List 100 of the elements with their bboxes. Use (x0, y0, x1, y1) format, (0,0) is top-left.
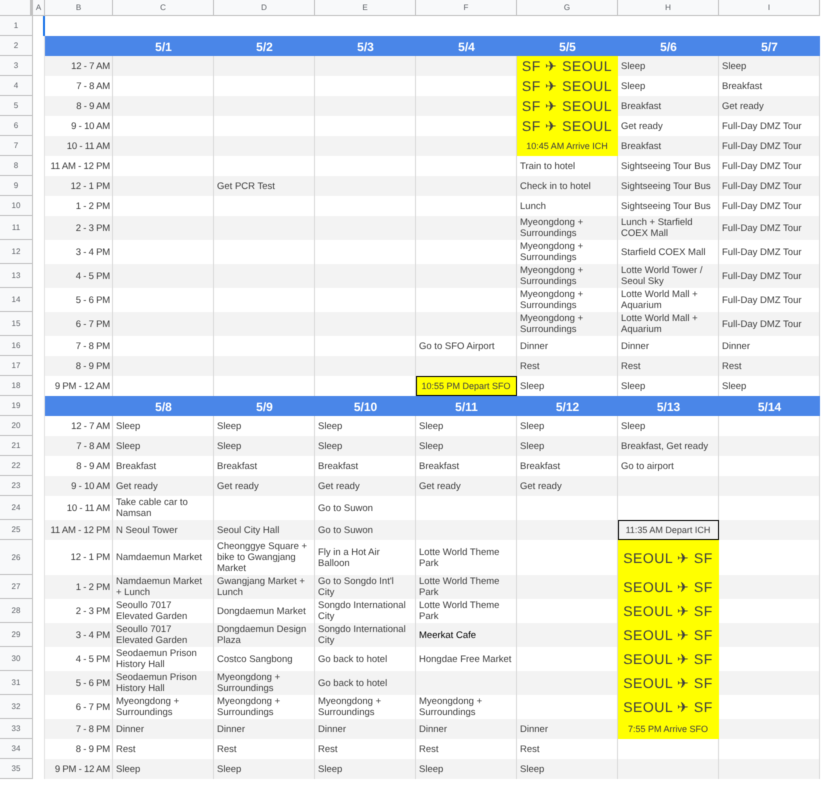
row-number[interactable]: 32 (0, 695, 33, 719)
table-cell: Go to airport (618, 456, 719, 476)
row-number[interactable]: 16 (0, 336, 33, 356)
row-number[interactable]: 10 (0, 196, 33, 216)
column-header[interactable]: H (618, 0, 719, 16)
column-header[interactable]: A (33, 0, 45, 16)
table-cell: Myeongdong + Surroundings (214, 671, 315, 695)
row-number[interactable]: 13 (0, 264, 33, 288)
row-number[interactable]: 20 (0, 416, 33, 436)
date-header: 5/2 (214, 36, 315, 56)
column-header[interactable]: E (315, 0, 416, 16)
table-cell: Lotte World Theme Park (416, 575, 517, 599)
column-header[interactable]: F (416, 0, 517, 16)
table-cell: SEOUL ✈ SF (618, 575, 719, 599)
table-cell: SEOUL ✈ SF (618, 623, 719, 647)
column-header[interactable]: G (517, 0, 618, 16)
column-header[interactable]: D (214, 0, 315, 16)
table-cell: Train to hotel (517, 156, 618, 176)
row-number[interactable]: 29 (0, 623, 33, 647)
time-cell: 3 - 4 PM (45, 623, 113, 647)
table-cell: Sleep (618, 416, 719, 436)
table-cell: Sleep (214, 436, 315, 456)
table-cell: Myeongdong + Surroundings (214, 695, 315, 719)
table-cell: Dinner (113, 719, 214, 739)
row-number[interactable]: 24 (0, 496, 33, 520)
table-cell: Get ready (214, 476, 315, 496)
row-number[interactable]: 2 (0, 36, 33, 56)
row-number[interactable]: 9 (0, 176, 33, 196)
table-cell: Seoullo 7017 Elevated Garden (113, 623, 214, 647)
table-cell: Seodaemun Prison History Hall (113, 647, 214, 671)
row-number[interactable]: 12 (0, 240, 33, 264)
row-number[interactable]: 6 (0, 116, 33, 136)
row-number[interactable]: 3 (0, 56, 33, 76)
date-header: 5/3 (315, 36, 416, 56)
table-cell: Go to Suwon (315, 520, 416, 540)
time-cell: 2 - 3 PM (45, 216, 113, 240)
row-number[interactable]: 11 (0, 216, 33, 240)
table-cell: Starfield COEX Mall (618, 240, 719, 264)
row-number[interactable]: 8 (0, 156, 33, 176)
table-cell: Myeongdong + Surroundings (315, 695, 416, 719)
row-number[interactable]: 15 (0, 312, 33, 336)
table-cell: Full-Day DMZ Tour (719, 216, 820, 240)
time-cell: 7 - 8 AM (45, 436, 113, 456)
row-number[interactable]: 4 (0, 76, 33, 96)
column-header[interactable]: I (719, 0, 820, 16)
table-cell: Sleep (315, 759, 416, 779)
row-number[interactable]: 14 (0, 288, 33, 312)
table-cell: Get ready (719, 96, 820, 116)
row-number[interactable]: 23 (0, 476, 33, 496)
time-cell: 5 - 6 PM (45, 671, 113, 695)
row-number[interactable]: 17 (0, 356, 33, 376)
table-cell: Seodaemun Prison History Hall (113, 671, 214, 695)
row-number[interactable]: 27 (0, 575, 33, 599)
table-cell: Myeongdong + Surroundings (517, 288, 618, 312)
table-cell: Lotte World Tower / Seoul Sky (618, 264, 719, 288)
row-number[interactable]: 22 (0, 456, 33, 476)
table-cell: Take cable car to Namsan (113, 496, 214, 520)
table-cell: Seoul City Hall (214, 520, 315, 540)
table-cell: Seoullo 7017 Elevated Garden (113, 599, 214, 623)
table-cell: SF ✈ SEOUL (517, 116, 618, 136)
row-number[interactable]: 28 (0, 599, 33, 623)
table-cell: Sightseeing Tour Bus (618, 176, 719, 196)
table-cell: Namdaemun Market + Lunch (113, 575, 214, 599)
row-number[interactable]: 18 (0, 376, 33, 396)
date-header: 5/9 (214, 396, 315, 416)
table-cell: 10:45 AM Arrive ICH (517, 136, 618, 156)
date-header: 5/14 (719, 396, 820, 416)
table-cell: Songdo International City (315, 623, 416, 647)
row-number[interactable]: 19 (0, 396, 33, 416)
table-cell: Full-Day DMZ Tour (719, 176, 820, 196)
date-header: 5/8 (113, 396, 214, 416)
row-number[interactable]: 35 (0, 759, 33, 779)
table-cell: Sleep (517, 376, 618, 396)
row-number[interactable]: 21 (0, 436, 33, 456)
table-cell: Go back to hotel (315, 647, 416, 671)
column-header[interactable]: B (45, 0, 113, 16)
table-cell: Myeongdong + Surroundings (517, 240, 618, 264)
table-cell: Get ready (113, 476, 214, 496)
table-cell: Breakfast (618, 136, 719, 156)
header-band (45, 36, 113, 56)
table-cell: Myeongdong + Surroundings (113, 695, 214, 719)
table-cell: Myeongdong + Surroundings (517, 264, 618, 288)
table-cell: Sleep (416, 759, 517, 779)
date-header: 5/10 (315, 396, 416, 416)
row-number[interactable]: 31 (0, 671, 33, 695)
date-header: 5/12 (517, 396, 618, 416)
row-number[interactable]: 1 (0, 16, 33, 36)
time-cell: 8 - 9 PM (45, 356, 113, 376)
row-number[interactable]: 30 (0, 647, 33, 671)
row-number[interactable]: 7 (0, 136, 33, 156)
table-cell: SF ✈ SEOUL (517, 76, 618, 96)
row-number[interactable]: 25 (0, 520, 33, 540)
column-header[interactable]: C (113, 0, 214, 16)
table-cell: Sleep (618, 376, 719, 396)
table-cell: Sleep (113, 436, 214, 456)
row-number[interactable]: 33 (0, 719, 33, 739)
row-number[interactable]: 26 (0, 540, 33, 575)
row-number[interactable]: 34 (0, 739, 33, 759)
time-cell: 1 - 2 PM (45, 575, 113, 599)
row-number[interactable]: 5 (0, 96, 33, 116)
